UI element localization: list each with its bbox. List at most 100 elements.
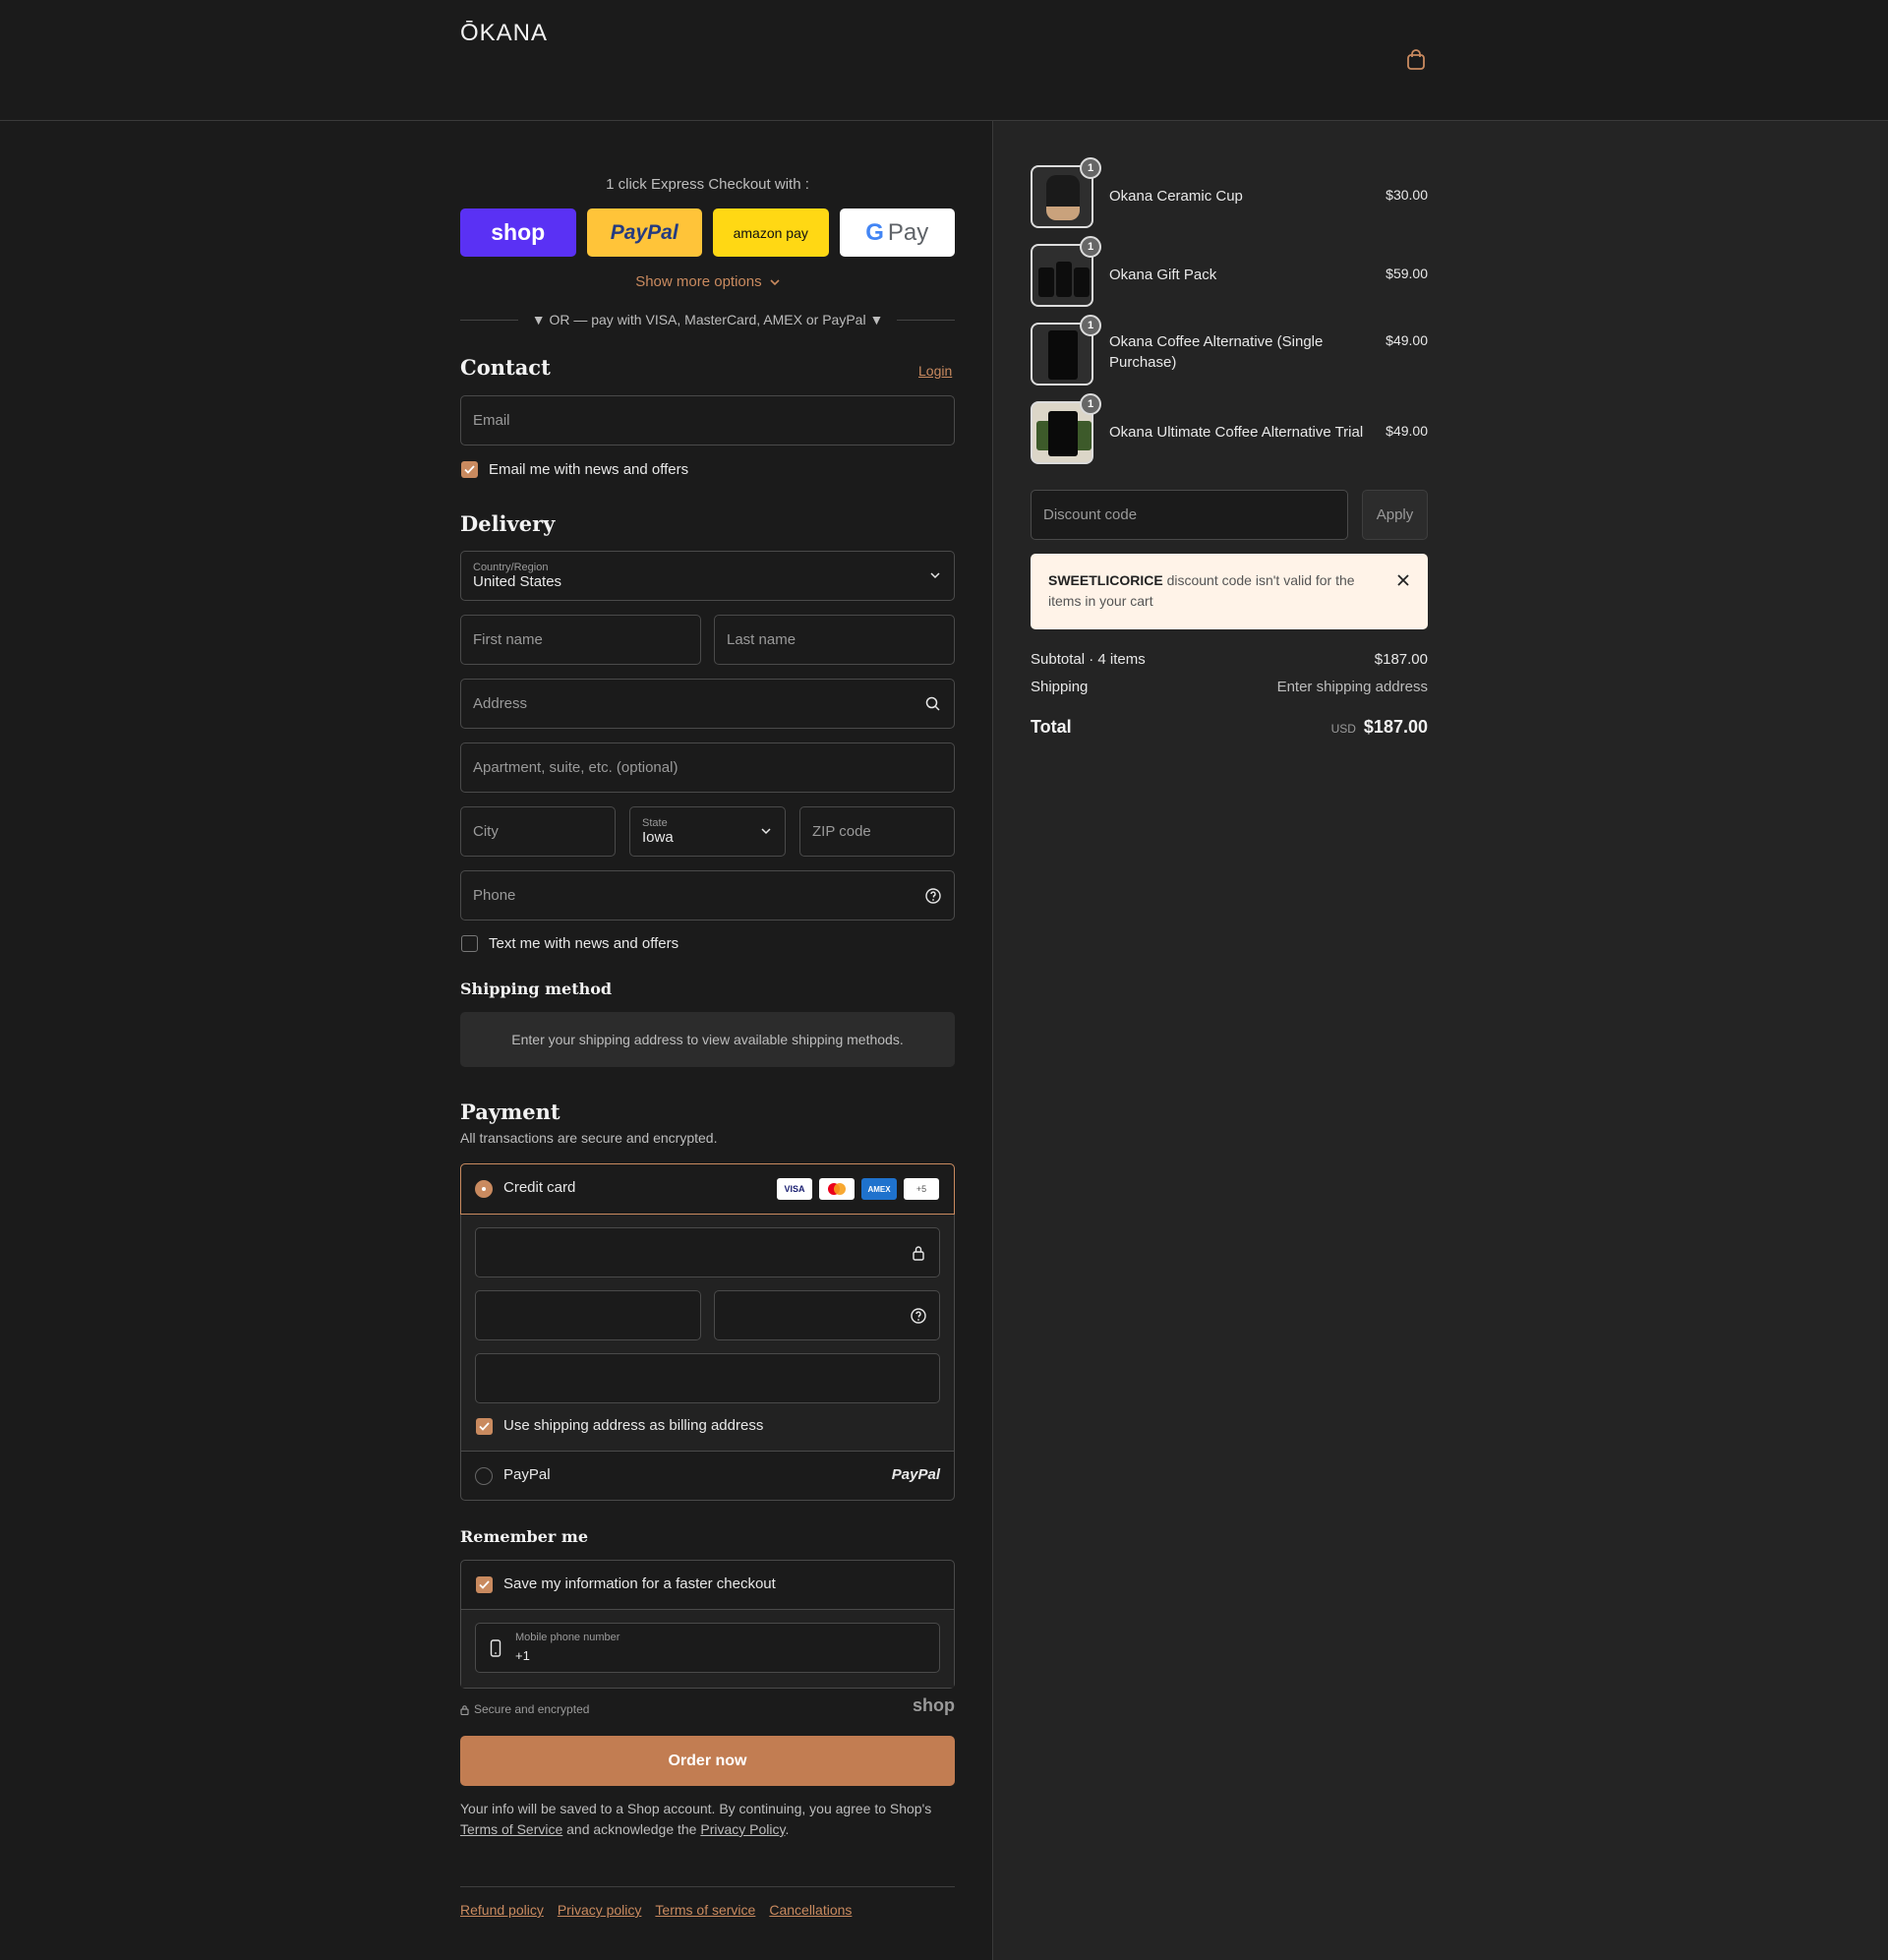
save-info-label: Save my information for a faster checkou…: [503, 1575, 776, 1592]
credit-card-radio[interactable]: [475, 1180, 493, 1198]
item-price: $59.00: [1386, 266, 1428, 281]
text-news-checkbox[interactable]: [461, 935, 478, 952]
cancellations-link[interactable]: Cancellations: [769, 1902, 852, 1918]
first-name-field[interactable]: First name: [460, 615, 701, 665]
footer-divider: [460, 1886, 955, 1887]
google-g-icon: G: [865, 218, 884, 246]
ceramic-cup-image: [1046, 175, 1080, 220]
or-text: ▼ OR — pay with VISA, MasterCard, AMEX o…: [531, 312, 884, 327]
email-placeholder: Email: [473, 412, 510, 429]
payment-subtitle: All transactions are secure and encrypte…: [460, 1130, 718, 1146]
checkmark-icon: [479, 1422, 490, 1431]
subtotal-value: $187.00: [1374, 651, 1428, 668]
discount-placeholder: Discount code: [1043, 506, 1138, 523]
express-checkout-buttons: shop PayPal amazon pay G Pay: [460, 208, 955, 257]
phone-field[interactable]: Phone: [460, 870, 955, 921]
cart-item: 1 Okana Ceramic Cup $30.00: [1031, 157, 1428, 228]
contact-heading: Contact: [460, 355, 551, 380]
coffee-alternative-image: [1048, 330, 1078, 380]
total-value: $187.00: [1363, 717, 1428, 737]
secure-text: Secure and encrypted: [474, 1702, 590, 1716]
shop-logo: shop: [913, 1695, 955, 1715]
address-field[interactable]: Address: [460, 679, 955, 729]
amazon-pay-button[interactable]: amazon pay: [713, 208, 829, 257]
state-value: Iowa: [642, 829, 674, 846]
zip-field[interactable]: ZIP code: [799, 806, 955, 857]
shop-privacy-link[interactable]: Privacy Policy: [700, 1821, 785, 1837]
trial-pack-image: [1048, 411, 1078, 456]
lock-icon: [913, 1246, 924, 1261]
city-field[interactable]: City: [460, 806, 616, 857]
item-price: $49.00: [1386, 332, 1428, 348]
paypal-button[interactable]: PayPal: [586, 208, 702, 257]
item-price: $30.00: [1386, 187, 1428, 203]
order-now-button[interactable]: Order now: [460, 1736, 955, 1786]
paypal-radio[interactable]: [475, 1467, 493, 1485]
chevron-down-icon: [930, 572, 940, 579]
currency-code: USD: [1330, 722, 1356, 736]
country-select[interactable]: Country/Region United States: [460, 551, 955, 601]
card-cvv-field[interactable]: [714, 1290, 940, 1340]
mobile-phone-field[interactable]: Mobile phone number +1: [475, 1623, 940, 1673]
payment-options: Credit card VISA AMEX +5 Use shipping ad…: [460, 1163, 955, 1501]
mobile-phone-label: Mobile phone number: [515, 1632, 620, 1643]
save-info-checkbox[interactable]: [476, 1576, 493, 1593]
express-checkout-title: 1 click Express Checkout with :: [606, 176, 809, 193]
show-more-label: Show more options: [635, 273, 762, 290]
item-name: Okana Ceramic Cup: [1109, 188, 1243, 205]
shopping-bag-icon[interactable]: [1406, 49, 1426, 71]
shipping-value: Enter shipping address: [1276, 679, 1428, 695]
help-circle-icon[interactable]: [910, 1307, 927, 1325]
mobile-phone-icon: [490, 1639, 502, 1657]
card-expiry-field[interactable]: [475, 1290, 701, 1340]
secure-note: Secure and encrypted: [460, 1702, 589, 1716]
cart-item: 1 Okana Coffee Alternative (Single Purch…: [1031, 315, 1428, 386]
legal-text-2: and acknowledge the: [566, 1821, 697, 1837]
zip-placeholder: ZIP code: [812, 823, 871, 840]
discount-code-input[interactable]: Discount code: [1031, 490, 1348, 540]
shipping-method-info: Enter your shipping address to view avai…: [460, 1012, 955, 1067]
credit-card-form: Use shipping address as billing address: [461, 1215, 954, 1451]
remember-me-heading: Remember me: [460, 1527, 588, 1546]
subtotal-row: Subtotal · 4 items $187.00: [1031, 651, 1428, 668]
refund-policy-link[interactable]: Refund policy: [460, 1902, 544, 1918]
apartment-placeholder: Apartment, suite, etc. (optional): [473, 759, 678, 776]
privacy-policy-link[interactable]: Privacy policy: [558, 1902, 642, 1918]
okana-logo[interactable]: ŌKANA: [460, 20, 548, 47]
card-name-field[interactable]: [475, 1353, 940, 1403]
billing-label: Use shipping address as billing address: [503, 1417, 764, 1434]
checkmark-icon: [479, 1580, 490, 1589]
credit-card-option[interactable]: Credit card VISA AMEX +5: [460, 1163, 955, 1215]
show-more-options-link[interactable]: Show more options: [460, 273, 955, 290]
apartment-field[interactable]: Apartment, suite, etc. (optional): [460, 742, 955, 793]
shop-terms-link[interactable]: Terms of Service: [460, 1821, 562, 1837]
delivery-heading: Delivery: [460, 511, 556, 536]
divider-line-left: [460, 319, 518, 321]
text-news-label: Text me with news and offers: [489, 935, 679, 952]
terms-of-service-link[interactable]: Terms of service: [655, 1902, 755, 1918]
quantity-badge: 1: [1080, 315, 1101, 336]
order-summary-panel: [992, 121, 1888, 1960]
address-placeholder: Address: [473, 695, 528, 712]
payment-heading: Payment: [460, 1099, 560, 1124]
state-select[interactable]: State Iowa: [629, 806, 786, 857]
last-name-field[interactable]: Last name: [714, 615, 955, 665]
login-link[interactable]: Login: [918, 363, 952, 379]
google-pay-button[interactable]: G Pay: [839, 208, 955, 257]
remember-me-box: Save my information for a faster checkou…: [460, 1560, 955, 1689]
email-news-checkbox[interactable]: [461, 461, 478, 478]
first-name-placeholder: First name: [473, 631, 543, 648]
legal-end: .: [785, 1821, 790, 1837]
paypal-option[interactable]: PayPal PayPal: [461, 1452, 954, 1500]
quantity-badge: 1: [1080, 157, 1101, 179]
close-icon[interactable]: [1396, 573, 1410, 587]
item-name: Okana Coffee Alternative (Single Purchas…: [1109, 333, 1324, 371]
help-circle-icon[interactable]: [924, 887, 942, 905]
country-value: United States: [473, 573, 562, 590]
shop-pay-button[interactable]: shop: [460, 208, 576, 257]
google-pay-label: Pay: [887, 218, 929, 246]
email-field[interactable]: Email: [460, 395, 955, 445]
apply-discount-button[interactable]: Apply: [1362, 490, 1428, 540]
billing-checkbox[interactable]: [476, 1418, 493, 1435]
card-number-field[interactable]: [475, 1227, 940, 1277]
